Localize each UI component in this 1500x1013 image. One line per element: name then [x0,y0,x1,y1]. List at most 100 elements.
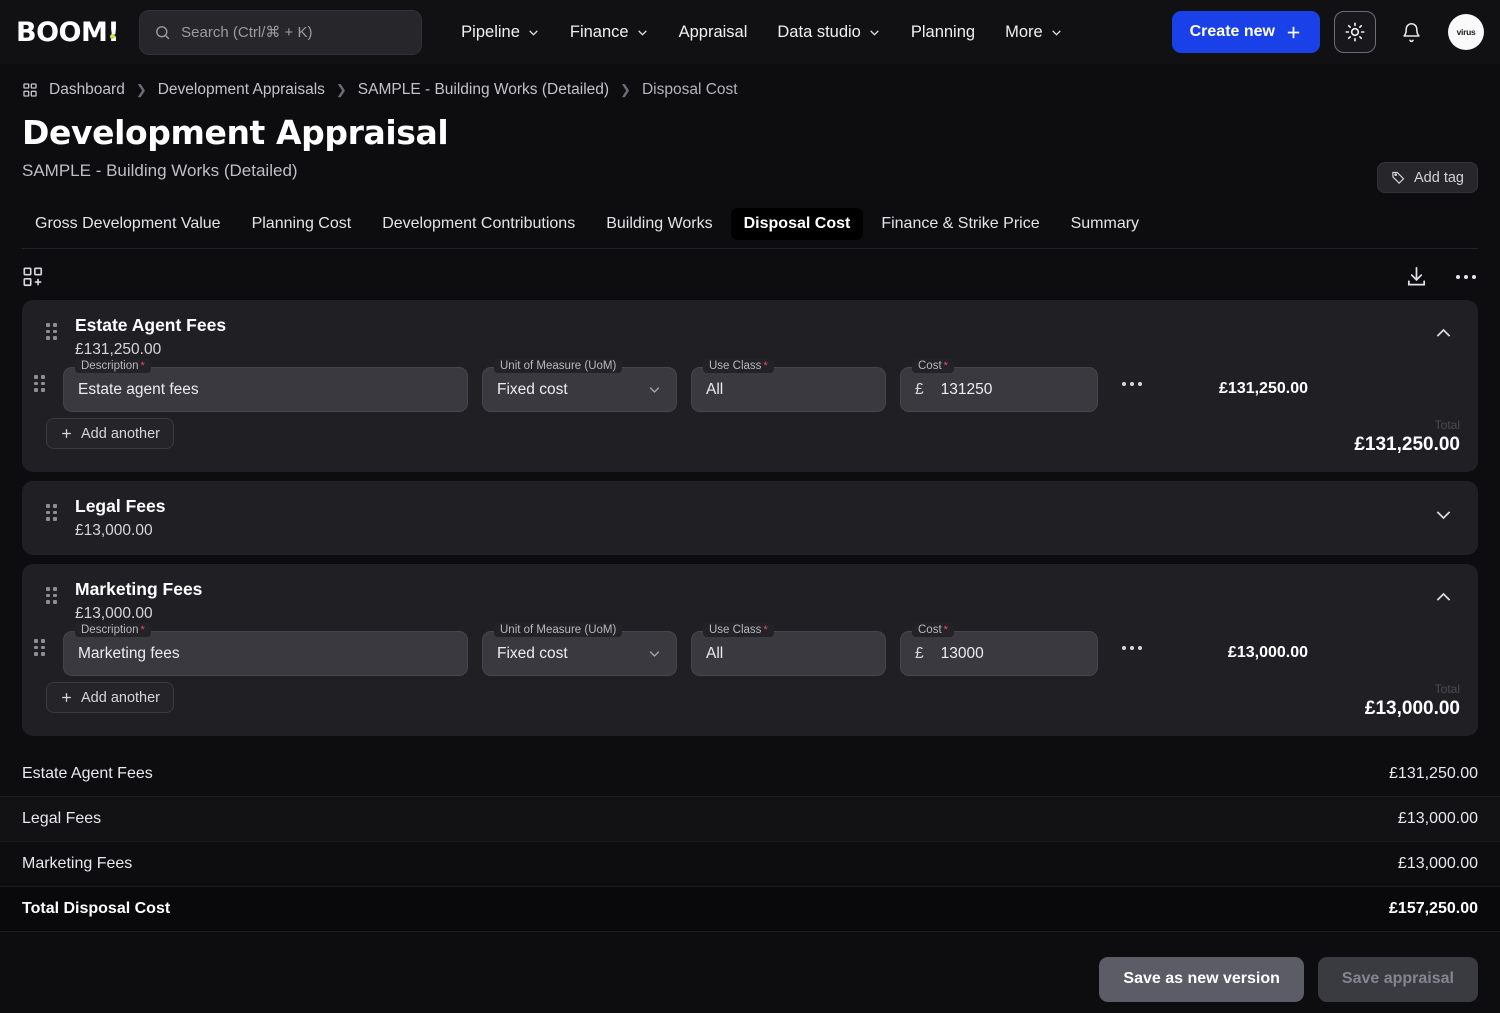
card-title: Marketing Fees [75,579,203,599]
use-class-field[interactable]: Use Class * All [691,623,886,676]
search-icon [154,24,171,41]
expand-chevron-down-icon[interactable] [1427,496,1460,533]
card-marketing-fees: Marketing Fees £13,000.00 Description * M… [22,564,1478,736]
tab-planning-cost[interactable]: Planning Cost [239,208,365,240]
tab-gross-development-value[interactable]: Gross Development Value [22,208,234,240]
plus-icon [60,691,73,704]
tab-development-contributions[interactable]: Development Contributions [369,208,588,240]
cost-label-text: Cost [918,624,942,636]
uom-value: Fixed cost [497,380,568,398]
card-total-value: £131,250.00 [1354,434,1460,455]
plus-icon [1285,24,1302,41]
page-footer-actions: Save as new version Save appraisal [0,945,1500,1013]
nav-label: Planning [910,22,976,41]
row-more-options-icon[interactable] [1112,634,1152,662]
collapse-chevron-up-icon[interactable] [1427,579,1460,616]
total-label: Total Disposal Cost [22,900,171,917]
currency-symbol: £ [915,644,924,662]
search-input[interactable]: Search (Ctrl/⌘ + K) [139,9,423,55]
card-footer: Add another Total £131,250.00 [22,412,1478,472]
notifications-button[interactable] [1390,11,1432,53]
breadcrumb-separator-icon: ❯ [335,82,347,97]
nav-item-more[interactable]: More [990,15,1078,50]
collapse-chevron-up-icon[interactable] [1427,315,1460,352]
breadcrumb-item-disposal-cost[interactable]: Disposal Cost [642,81,738,99]
description-field[interactable]: Description * Marketing fees [63,623,468,676]
add-widget-icon[interactable] [22,266,44,288]
section-toolbar [0,253,1500,300]
chevron-down-icon [636,26,649,39]
required-asterisk: * [943,624,948,636]
card-amount: £131,250.00 [75,341,162,358]
summary-value: £13,000.00 [1397,810,1478,827]
card-header[interactable]: Legal Fees £13,000.00 [22,481,1478,555]
app-logo[interactable]: BOOM! [16,17,120,48]
theme-toggle-button[interactable] [1334,11,1376,53]
tag-icon [1391,170,1406,185]
card-total-block: Total £13,000.00 [1365,682,1460,720]
nav-label: Finance [569,22,629,41]
tab-finance-strike-price[interactable]: Finance & Strike Price [868,208,1052,240]
table-row: Marketing Fees £13,000.00 [0,842,1500,887]
card-header: Estate Agent Fees £131,250.00 [22,300,1478,363]
create-new-button[interactable]: Create new [1171,11,1320,53]
breadcrumb-item-sample[interactable]: SAMPLE - Building Works (Detailed) [358,81,609,99]
nav-item-finance[interactable]: Finance [555,15,664,50]
card-legal-fees: Legal Fees £13,000.00 [22,481,1478,555]
drag-handle-icon[interactable] [46,587,57,604]
use-class-field[interactable]: Use Class * All [691,359,886,412]
nav-item-planning[interactable]: Planning [896,15,990,50]
tab-building-works[interactable]: Building Works [593,208,725,240]
save-appraisal-button: Save appraisal [1317,956,1478,1002]
user-avatar[interactable]: virus [1448,14,1484,50]
nav-item-appraisal[interactable]: Appraisal [664,15,763,50]
add-tag-button[interactable]: Add tag [1377,162,1478,193]
cost-label: Cost * [912,623,954,637]
chevron-down-icon [647,646,662,661]
currency-symbol: £ [915,380,924,398]
top-navigation-bar: BOOM! Search (Ctrl/⌘ + K) Pipeline Finan… [0,0,1500,64]
uom-value: Fixed cost [497,644,568,662]
cost-field[interactable]: Cost * £ 13000 [900,623,1098,676]
row-more-options-icon[interactable] [1112,370,1152,398]
nav-item-data-studio[interactable]: Data studio [762,15,895,50]
plus-icon [60,427,73,440]
uom-select[interactable]: Unit of Measure (UoM) Fixed cost [482,359,677,412]
nav-label: Pipeline [461,22,520,41]
drag-handle-icon[interactable] [46,323,57,340]
row-drag-handle-icon[interactable] [34,639,45,656]
uom-select[interactable]: Unit of Measure (UoM) Fixed cost [482,623,677,676]
add-another-button[interactable]: Add another [46,682,175,713]
breadcrumb-item-development-appraisals[interactable]: Development Appraisals [158,81,325,99]
card-title: Legal Fees [75,496,166,516]
tab-summary[interactable]: Summary [1058,208,1152,240]
card-total-label: Total [1434,418,1460,432]
nav-label: More [1005,22,1043,41]
download-icon[interactable] [1405,265,1428,288]
chevron-down-icon [647,382,662,397]
add-another-button[interactable]: Add another [46,418,175,449]
card-estate-agent-fees: Estate Agent Fees £131,250.00 Descriptio… [22,300,1478,472]
description-field[interactable]: Description * Estate agent fees [63,359,468,412]
table-row: Legal Fees £13,000.00 [0,797,1500,842]
logo-accent-dot [110,33,115,39]
cost-label-text: Cost [918,360,942,372]
card-amount: £13,000.00 [75,605,153,622]
required-asterisk: * [763,624,768,636]
drag-handle-icon[interactable] [46,504,57,521]
row-drag-handle-icon[interactable] [34,375,45,392]
nav-item-pipeline[interactable]: Pipeline [446,15,555,50]
card-header-text: Legal Fees £13,000.00 [75,496,165,540]
summary-label: Marketing Fees [22,855,133,872]
row-line-total: £131,250.00 [1219,380,1308,397]
breadcrumb-item-dashboard[interactable]: Dashboard [49,81,125,99]
dashboard-grid-icon[interactable] [22,82,38,98]
tab-disposal-cost[interactable]: Disposal Cost [730,208,864,240]
more-options-icon[interactable] [1454,273,1478,281]
summary-value: £131,250.00 [1389,765,1478,782]
summary-label: Legal Fees [22,810,102,827]
required-asterisk: * [140,624,145,636]
sun-icon [1345,22,1365,42]
save-as-new-version-button[interactable]: Save as new version [1099,956,1304,1002]
cost-field[interactable]: Cost * £ 131250 [900,359,1098,412]
